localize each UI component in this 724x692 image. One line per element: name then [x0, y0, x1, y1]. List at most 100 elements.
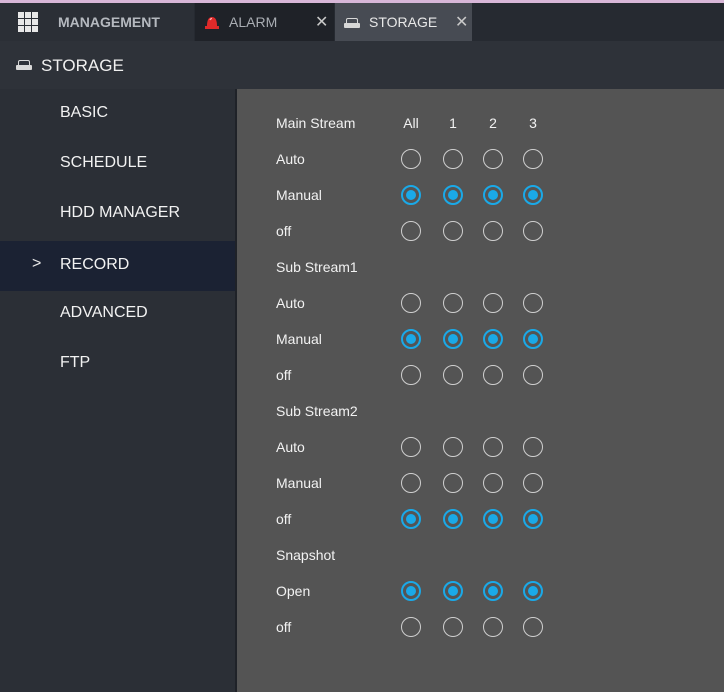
close-icon[interactable]: ✕ — [455, 12, 468, 32]
sidebar-item-label: RECORD — [60, 256, 130, 273]
option-label: off — [276, 223, 292, 239]
radio-button[interactable] — [401, 185, 421, 205]
option-row: Manual — [237, 321, 724, 357]
option-label: off — [276, 619, 292, 635]
radio-button[interactable] — [483, 365, 503, 385]
column-header: 2 — [489, 115, 497, 131]
tab-management[interactable]: MANAGEMENT — [0, 3, 194, 41]
radio-button[interactable] — [483, 149, 503, 169]
radio-button[interactable] — [483, 185, 503, 205]
sidebar-item-label: FTP — [60, 354, 91, 371]
radio-button[interactable] — [401, 509, 421, 529]
sidebar-item-schedule[interactable]: SCHEDULE — [0, 139, 235, 189]
radio-button[interactable] — [443, 509, 463, 529]
page-header: STORAGE — [0, 41, 724, 89]
sidebar-item-label: BASIC — [60, 104, 109, 121]
radio-button[interactable] — [483, 473, 503, 493]
column-header: 1 — [449, 115, 457, 131]
hdd-icon — [16, 60, 32, 70]
radio-button[interactable] — [483, 221, 503, 241]
radio-button[interactable] — [401, 329, 421, 349]
group-header-row: Main Stream All 1 2 3 — [237, 105, 724, 141]
group-title: Sub Stream1 — [276, 259, 358, 275]
radio-button[interactable] — [443, 437, 463, 457]
close-icon[interactable]: ✕ — [315, 12, 328, 32]
sidebar-item-ftp[interactable]: FTP — [0, 339, 235, 389]
alarm-siren-icon — [205, 17, 219, 29]
tab-management-label: MANAGEMENT — [58, 14, 160, 30]
radio-button[interactable] — [483, 437, 503, 457]
tab-bar: MANAGEMENT ALARM ✕ STORAGE ✕ — [0, 3, 724, 41]
tab-storage-label: STORAGE — [369, 14, 438, 30]
radio-button[interactable] — [523, 437, 543, 457]
radio-button[interactable] — [401, 473, 421, 493]
option-row: Manual — [237, 465, 724, 501]
radio-button[interactable] — [443, 473, 463, 493]
radio-button[interactable] — [523, 149, 543, 169]
hdd-icon — [344, 18, 360, 28]
group-header-row: Sub Stream1 — [237, 249, 724, 285]
radio-button[interactable] — [483, 509, 503, 529]
option-label: Manual — [276, 475, 322, 491]
option-row: Auto — [237, 141, 724, 177]
radio-button[interactable] — [523, 221, 543, 241]
radio-button[interactable] — [483, 617, 503, 637]
radio-button[interactable] — [523, 617, 543, 637]
option-label: off — [276, 511, 292, 527]
chevron-right-icon: > — [32, 255, 42, 272]
radio-button[interactable] — [443, 581, 463, 601]
sidebar-item-hdd-manager[interactable]: HDD MANAGER — [0, 189, 235, 239]
option-label: Manual — [276, 187, 322, 203]
option-label: Auto — [276, 151, 305, 167]
radio-button[interactable] — [483, 581, 503, 601]
record-settings-panel: Main Stream All 1 2 3 Auto Manual off Sub Stream… — [237, 89, 724, 692]
option-row: off — [237, 501, 724, 537]
radio-button[interactable] — [401, 365, 421, 385]
grid-icon — [18, 12, 38, 32]
radio-button[interactable] — [401, 149, 421, 169]
sidebar-item-advanced[interactable]: ADVANCED — [0, 289, 235, 339]
radio-button[interactable] — [523, 473, 543, 493]
radio-button[interactable] — [443, 617, 463, 637]
radio-button[interactable] — [443, 365, 463, 385]
option-label: Auto — [276, 439, 305, 455]
tab-alarm[interactable]: ALARM ✕ — [195, 3, 334, 41]
column-header: All — [403, 115, 419, 131]
page-title: STORAGE — [41, 56, 124, 75]
option-label: Manual — [276, 331, 322, 347]
radio-button[interactable] — [483, 329, 503, 349]
radio-button[interactable] — [401, 581, 421, 601]
radio-button[interactable] — [483, 293, 503, 313]
column-header: 3 — [529, 115, 537, 131]
radio-button[interactable] — [443, 293, 463, 313]
sidebar-item-record[interactable]: > RECORD — [0, 241, 235, 291]
radio-button[interactable] — [443, 185, 463, 205]
radio-button[interactable] — [523, 329, 543, 349]
radio-button[interactable] — [523, 293, 543, 313]
radio-button[interactable] — [401, 437, 421, 457]
radio-button[interactable] — [443, 221, 463, 241]
group-title: Sub Stream2 — [276, 403, 358, 419]
radio-button[interactable] — [523, 365, 543, 385]
group-header-row: Sub Stream2 — [237, 393, 724, 429]
radio-button[interactable] — [523, 185, 543, 205]
sidebar-item-basic[interactable]: BASIC — [0, 89, 235, 139]
radio-button[interactable] — [523, 509, 543, 529]
radio-button[interactable] — [401, 293, 421, 313]
tab-storage[interactable]: STORAGE ✕ — [335, 3, 472, 41]
sidebar-item-label: ADVANCED — [60, 304, 148, 321]
radio-button[interactable] — [401, 617, 421, 637]
sidebar: BASIC SCHEDULE HDD MANAGER > RECORD ADVA… — [0, 89, 235, 692]
radio-button[interactable] — [443, 329, 463, 349]
option-row: off — [237, 357, 724, 393]
sidebar-item-label: HDD MANAGER — [60, 204, 181, 221]
radio-button[interactable] — [443, 149, 463, 169]
option-label: Auto — [276, 295, 305, 311]
sidebar-item-label: SCHEDULE — [60, 154, 148, 171]
option-label: Open — [276, 583, 311, 599]
option-label: off — [276, 367, 292, 383]
option-row: Open — [237, 573, 724, 609]
radio-button[interactable] — [401, 221, 421, 241]
option-row: off — [237, 609, 724, 645]
radio-button[interactable] — [523, 581, 543, 601]
